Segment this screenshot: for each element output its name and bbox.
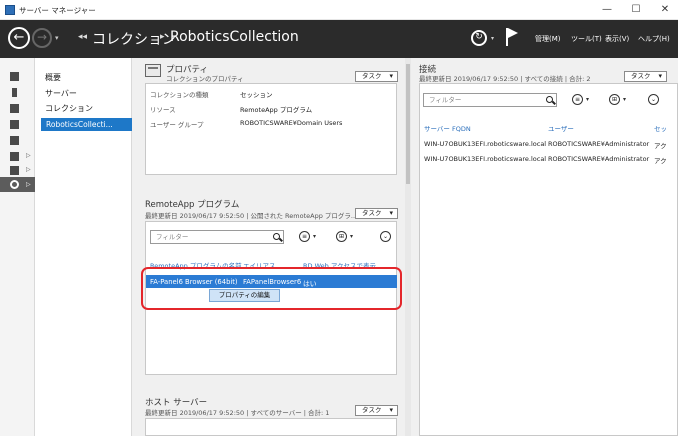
columns-icon[interactable]: ⊞ xyxy=(609,94,620,105)
connections-box xyxy=(419,83,678,436)
properties-task-button[interactable]: タスク xyxy=(355,71,398,82)
cell-server-fqdn[interactable]: WIN-U7OBUK13EFI.roboticsware.local xyxy=(424,140,546,148)
sub-navigation xyxy=(35,58,132,436)
back-button[interactable]: ← xyxy=(8,27,30,49)
prop-value-resources: RemoteApp プログラム xyxy=(240,106,313,114)
filter-options-icon[interactable]: ≡ xyxy=(299,231,310,242)
menu-manage[interactable]: 管理(M) xyxy=(535,34,561,44)
cell-server-fqdn[interactable]: WIN-U7OBUK13EFI.roboticsware.local xyxy=(424,155,546,163)
prop-label-resources: リソース xyxy=(150,106,176,114)
nav-collections[interactable]: コレクション xyxy=(45,103,93,114)
columns-icon[interactable]: ⊞ xyxy=(336,231,347,242)
properties-subtitle: コレクションのプロパティ xyxy=(166,75,244,83)
nav-bar: ← → ▾ ◂◂ コレクション ▸ RoboticsCollection ↻ ▾… xyxy=(0,20,678,58)
chevron-right-icon[interactable]: ▷ xyxy=(26,181,31,188)
cell-session[interactable]: アク xyxy=(654,140,667,150)
chevron-down-icon[interactable]: ▾ xyxy=(350,233,353,240)
chevron-down-icon[interactable]: ▾ xyxy=(313,233,316,240)
nav-robotics-collection[interactable]: RoboticsCollecti... xyxy=(41,118,132,131)
scrollbar-thumb[interactable] xyxy=(406,64,410,184)
prop-value-user-group: ROBOTICSWARE¥Domain Users xyxy=(240,119,343,127)
minimize-button[interactable]: — xyxy=(594,0,620,19)
title-bar: サーバー マネージャー — ☐ ✕ xyxy=(0,0,678,20)
connections-filter-input[interactable]: フィルター xyxy=(423,93,557,107)
chevron-down-icon[interactable]: ▾ xyxy=(586,96,589,103)
local-server-icon[interactable] xyxy=(12,88,17,97)
search-icon[interactable] xyxy=(546,96,553,103)
wsus-icon[interactable] xyxy=(10,166,19,175)
prop-label-user-group: ユーザー グループ xyxy=(150,121,204,129)
history-dropdown-icon[interactable]: ▾ xyxy=(55,34,59,42)
nav-overview[interactable]: 概要 xyxy=(45,72,61,83)
remote-desktop-icon[interactable] xyxy=(10,180,19,189)
all-servers-icon[interactable] xyxy=(10,104,19,113)
refresh-icon[interactable]: ↻ xyxy=(471,30,487,46)
iis-icon[interactable] xyxy=(10,136,19,145)
hostservers-box xyxy=(145,418,397,436)
chevron-right-icon[interactable]: ▷ xyxy=(26,166,31,173)
connections-subtitle: 最終更新日 2019/06/17 9:52:50 | すべての接続 | 合計: … xyxy=(419,75,591,83)
remoteapp-title: RemoteApp プログラム xyxy=(145,200,240,210)
menu-tools[interactable]: ツール(T) xyxy=(571,34,602,44)
menu-help[interactable]: ヘルプ(H) xyxy=(638,34,670,44)
rds-icon[interactable] xyxy=(10,152,19,161)
left-icon-rail xyxy=(0,58,35,436)
prop-value-collection-type: セッション xyxy=(240,91,273,99)
cell-user[interactable]: ROBOTICSWARE¥Administrator xyxy=(548,155,649,163)
prop-label-collection-type: コレクションの種類 xyxy=(150,91,209,99)
dashboard-icon[interactable] xyxy=(10,72,19,81)
file-storage-icon[interactable] xyxy=(10,120,19,129)
breadcrumb-robotics-collection[interactable]: RoboticsCollection xyxy=(170,29,299,45)
cell-session[interactable]: アク xyxy=(654,155,667,165)
breadcrumb-separator-icon: ▸ xyxy=(160,32,165,42)
maximize-button[interactable]: ☐ xyxy=(623,0,649,19)
expand-icon[interactable]: ⌄ xyxy=(648,94,659,105)
menu-view[interactable]: 表示(V) xyxy=(605,34,629,44)
hostservers-task-button[interactable]: タスク xyxy=(355,405,398,416)
notification-flag-icon[interactable] xyxy=(505,28,519,46)
chevron-right-icon[interactable]: ▷ xyxy=(26,152,31,159)
expand-icon[interactable]: ⌄ xyxy=(380,231,391,242)
highlight-annotation xyxy=(141,267,402,310)
col-server-fqdn[interactable]: サーバー FQDN xyxy=(424,123,471,133)
close-button[interactable]: ✕ xyxy=(652,0,678,19)
remoteapp-task-button[interactable]: タスク xyxy=(355,208,398,219)
connections-task-button[interactable]: タスク xyxy=(624,71,667,82)
window-title: サーバー マネージャー xyxy=(19,6,96,15)
filter-options-icon[interactable]: ≡ xyxy=(572,94,583,105)
server-manager-icon xyxy=(5,5,15,15)
nav-servers[interactable]: サーバー xyxy=(45,88,77,99)
refresh-dropdown-icon[interactable]: ▾ xyxy=(491,35,494,42)
breadcrumb-overflow-icon: ◂◂ xyxy=(78,32,88,42)
hostservers-subtitle: 最終更新日 2019/06/17 9:52:50 | すべてのサーバー | 合計… xyxy=(145,409,330,417)
search-icon[interactable] xyxy=(273,233,280,240)
forward-button[interactable]: → xyxy=(32,28,52,48)
remoteapp-filter-input[interactable]: フィルター xyxy=(150,230,284,244)
remoteapp-subtitle: 最終更新日 2019/06/17 9:52:50 | 公開された RemoteA… xyxy=(145,212,358,220)
cell-user[interactable]: ROBOTICSWARE¥Administrator xyxy=(548,140,649,148)
col-user[interactable]: ユーザー xyxy=(548,123,574,133)
col-session[interactable]: セッ xyxy=(654,123,667,133)
chevron-down-icon[interactable]: ▾ xyxy=(623,96,626,103)
properties-icon xyxy=(145,64,161,77)
